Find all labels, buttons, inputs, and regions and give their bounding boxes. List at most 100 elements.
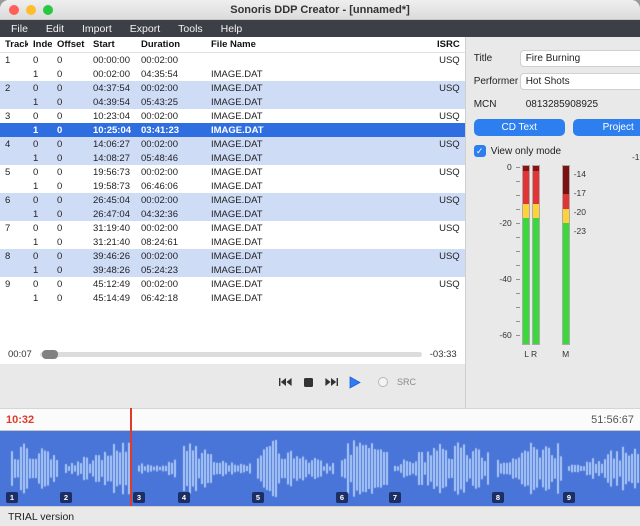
track-badge-3[interactable]: 3 [133, 492, 145, 503]
cell-file: IMAGE.DAT [206, 83, 432, 94]
table-row[interactable]: 1014:08:2705:48:46IMAGE.DAT [0, 151, 465, 165]
elapsed-time: 00:07 [8, 349, 32, 360]
panel-buttons: CD Text Project [474, 119, 640, 136]
cell-file: IMAGE.DAT [206, 195, 432, 206]
table-row[interactable]: 1026:47:0404:32:36IMAGE.DAT [0, 207, 465, 221]
table-row[interactable]: 1004:39:5405:43:25IMAGE.DAT [0, 95, 465, 109]
menu-import[interactable]: Import [73, 20, 121, 37]
cell-isrc: USQ [432, 83, 465, 94]
cell-index: 0 [28, 223, 52, 234]
track-badge-7[interactable]: 7 [389, 492, 401, 503]
level-meter-left [522, 165, 530, 345]
column-header-file-name[interactable]: File Name [206, 39, 432, 50]
menu-edit[interactable]: Edit [37, 20, 73, 37]
table-row[interactable]: 1019:58:7306:46:06IMAGE.DAT [0, 179, 465, 193]
column-header-start[interactable]: Start [88, 39, 136, 50]
previous-button[interactable] [276, 373, 294, 391]
table-row[interactable]: 1010:25:0403:41:23IMAGE.DAT [0, 123, 465, 137]
cell-duration: 00:02:00 [136, 139, 206, 150]
window-title: Sonoris DDP Creator - [unnamed*] [230, 4, 410, 16]
mcn-field[interactable] [520, 96, 640, 113]
timeline-ruler[interactable]: 10:32 51:56:67 [0, 408, 640, 431]
playhead-cursor[interactable] [130, 408, 132, 506]
cell-track: 7 [0, 223, 28, 234]
cell-offset: 0 [52, 69, 88, 80]
column-header-offset[interactable]: Offset [52, 39, 88, 50]
cell-offset: 0 [52, 167, 88, 178]
table-row[interactable]: 60026:45:0400:02:00IMAGE.DATUSQ [0, 193, 465, 207]
table-row[interactable]: 40014:06:2700:02:00IMAGE.DATUSQ [0, 137, 465, 151]
cell-start: 26:47:04 [88, 209, 136, 220]
zoom-button[interactable] [43, 5, 53, 15]
cell-track: 5 [0, 167, 28, 178]
status-bar: TRIAL version [0, 506, 640, 526]
column-header-duration[interactable]: Duration [136, 39, 206, 50]
cell-offset: 0 [52, 251, 88, 262]
track-badge-5[interactable]: 5 [252, 492, 264, 503]
menu-tools[interactable]: Tools [169, 20, 212, 37]
cell-duration: 00:02:00 [136, 195, 206, 206]
cell-file: IMAGE.DAT [206, 167, 432, 178]
cell-offset: 0 [52, 83, 88, 94]
cell-file: IMAGE.DAT [206, 97, 432, 108]
performer-label: Performer [474, 76, 520, 87]
track-badge-4[interactable]: 4 [178, 492, 190, 503]
waveform-strip[interactable]: 1 2 3 4 5 6 7 8 9 [0, 431, 640, 506]
cell-index: 0 [28, 83, 52, 94]
next-button[interactable] [322, 373, 340, 391]
db-scale-60: -60 [484, 330, 512, 340]
column-header-isrc[interactable]: ISRC [432, 39, 465, 50]
cell-index: 0 [28, 111, 52, 122]
db-scale-0: 0 [484, 162, 512, 172]
cell-duration: 00:02:00 [136, 279, 206, 290]
playback-slider-row: 00:07 -03:33 [0, 344, 465, 364]
table-row[interactable]: 90045:12:4900:02:00IMAGE.DATUSQ [0, 277, 465, 291]
close-button[interactable] [9, 5, 19, 15]
table-row[interactable]: 1039:48:2605:24:23IMAGE.DAT [0, 263, 465, 277]
track-badge-9[interactable]: 9 [563, 492, 575, 503]
minimize-button[interactable] [26, 5, 36, 15]
cell-offset: 0 [52, 293, 88, 304]
meter-m-label: M [558, 349, 574, 359]
project-button[interactable]: Project [573, 119, 640, 136]
table-row[interactable]: 80039:46:2600:02:00IMAGE.DATUSQ [0, 249, 465, 263]
table-row[interactable]: 20004:37:5400:02:00IMAGE.DATUSQ [0, 81, 465, 95]
table-row[interactable]: 1031:21:4008:24:61IMAGE.DAT [0, 235, 465, 249]
column-header-track[interactable]: Track [0, 39, 28, 50]
mcn-label: MCN [474, 99, 520, 110]
table-row[interactable]: 30010:23:0400:02:00IMAGE.DATUSQ [0, 109, 465, 123]
seek-slider[interactable] [40, 352, 422, 357]
loudness-scale-20: -20 [574, 207, 586, 217]
play-button[interactable] [345, 373, 363, 391]
menu-export[interactable]: Export [121, 20, 169, 37]
table-row[interactable]: 50019:56:7300:02:00IMAGE.DATUSQ [0, 165, 465, 179]
cell-duration: 06:46:06 [136, 181, 206, 192]
table-row[interactable]: 1000:02:0004:35:54IMAGE.DAT [0, 67, 465, 81]
menu-bar: FileEditImportExportToolsHelp [0, 20, 640, 37]
table-row[interactable]: 10000:00:0000:02:00USQ [0, 53, 465, 67]
track-badge-1[interactable]: 1 [6, 492, 18, 503]
cell-index: 1 [28, 293, 52, 304]
title-field[interactable] [520, 50, 640, 67]
track-badge-8[interactable]: 8 [492, 492, 504, 503]
cell-offset: 0 [52, 265, 88, 276]
cell-duration: 05:43:25 [136, 97, 206, 108]
level-meter-right [532, 165, 540, 345]
stop-button[interactable] [299, 373, 317, 391]
cell-index: 0 [28, 279, 52, 290]
table-row[interactable]: 1045:14:4906:42:18IMAGE.DAT [0, 291, 465, 305]
cell-duration: 00:02:00 [136, 223, 206, 234]
table-row[interactable]: 70031:19:4000:02:00IMAGE.DATUSQ [0, 221, 465, 235]
menu-help[interactable]: Help [212, 20, 252, 37]
seek-slider-handle[interactable] [42, 350, 58, 359]
cell-isrc: USQ [432, 139, 465, 150]
track-badge-6[interactable]: 6 [336, 492, 348, 503]
cd-text-button[interactable]: CD Text [474, 119, 565, 136]
track-badge-2[interactable]: 2 [60, 492, 72, 503]
cell-isrc: USQ [432, 55, 465, 66]
view-only-checkbox[interactable] [474, 145, 486, 157]
column-header-index[interactable]: Index [28, 39, 52, 50]
total-time: 51:56:67 [591, 414, 634, 426]
performer-field[interactable] [520, 73, 640, 90]
menu-file[interactable]: File [2, 20, 37, 37]
